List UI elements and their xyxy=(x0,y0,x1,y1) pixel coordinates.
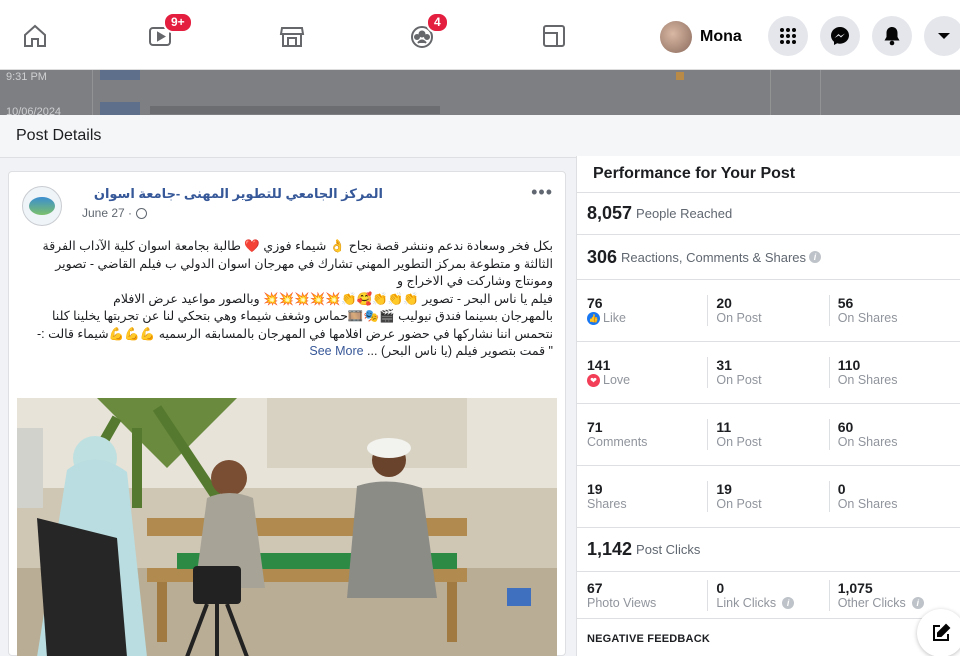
comments-on-shares: 60 On Shares xyxy=(828,419,950,450)
background-date: 10/06/2024 xyxy=(6,106,62,115)
background-time: 9:31 PM xyxy=(6,71,47,83)
shares-total: 19 Shares xyxy=(587,481,627,511)
people-reached-value: 8,057 xyxy=(587,203,633,223)
love-total: 141 ❤ Love xyxy=(587,357,631,387)
like-thumb-icon: 👍 xyxy=(587,312,600,325)
globe-icon xyxy=(136,207,148,219)
comments-stats-row: 71 Comments 11 On Post 60 On Shares xyxy=(577,404,960,466)
messenger-icon[interactable] xyxy=(820,16,860,56)
post-clicks-value: 1,142 xyxy=(587,539,633,559)
top-navigation-bar: 9+ 4 Mona xyxy=(0,0,960,70)
negative-feedback-heading: NEGATIVE FEEDBACK xyxy=(587,632,710,645)
home-icon[interactable] xyxy=(17,18,53,54)
post-line: فيلم يا ناس البحر - تصوير 👏👏👏🥰👏💥💥💥💥💥 وبا… xyxy=(113,291,553,306)
like-on-shares: 56 On Shares xyxy=(828,295,950,326)
notifications-bell-icon[interactable] xyxy=(872,16,912,56)
gaming-icon[interactable] xyxy=(536,18,572,54)
background-table-overlay: 9:31 PM 10/06/2024 xyxy=(0,70,960,115)
like-total: 76 👍 Like xyxy=(587,295,626,325)
love-on-shares: 110 On Shares xyxy=(828,357,950,388)
love-heart-icon: ❤ xyxy=(587,374,600,387)
profile-shortcut[interactable]: Mona xyxy=(660,19,742,55)
background-marker xyxy=(676,72,684,80)
photo-views: 67 Photo Views xyxy=(587,579,657,610)
page-name-link[interactable]: المركز الجامعي للتطوير المهنى -جامعة اسو… xyxy=(83,186,383,202)
background-thumbnail xyxy=(100,102,140,115)
info-icon[interactable]: i xyxy=(911,597,924,609)
like-on-post: 20 On Post xyxy=(707,295,828,326)
background-row-text xyxy=(150,106,440,114)
see-more-link[interactable]: See More xyxy=(309,344,363,358)
info-icon[interactable]: i xyxy=(809,251,822,263)
post-line-end: " قمت بتصوير فيلم (يا ناس البحر) ... xyxy=(367,344,553,358)
modal-title: Post Details xyxy=(0,115,960,158)
clicks-breakdown-row: 67 Photo Views 0 Link Clicks i 1,075 Othe… xyxy=(577,572,960,618)
shares-stats-row: 19 Shares 19 On Post 0 On Shares xyxy=(577,466,960,528)
performance-title: Performance for Your Post xyxy=(577,156,960,193)
post-details-modal: Post Details المركز الجامعي للتطوير المه… xyxy=(0,115,960,656)
engagement-label: Reactions, Comments & Shares xyxy=(621,249,807,265)
video-notification-badge: 9+ xyxy=(163,12,193,33)
post-text: بكل فخر وسعادة ندعم وننشر قصة نجاح 👌 شيم… xyxy=(21,238,553,361)
post-line: الثالثة و متطوعة بمركز التطوير المهني تش… xyxy=(55,256,553,271)
menu-grid-icon[interactable] xyxy=(768,16,808,56)
engagement-row: 306 Reactions, Comments & Shares i xyxy=(577,235,960,280)
groups-icon[interactable]: 4 xyxy=(404,12,449,54)
compose-edit-icon[interactable] xyxy=(917,609,960,656)
post-line: بالمهرجان بسينما فندق نيوليب 🎬🎭🎞️حماس وش… xyxy=(51,309,553,323)
post-clicks-row: 1,142 Post Clicks xyxy=(577,528,960,572)
love-stats-row: 141 ❤ Love 31 On Post 110 On Shares xyxy=(577,342,960,404)
post-card: المركز الجامعي للتطوير المهنى -جامعة اسو… xyxy=(8,171,566,656)
page-logo[interactable] xyxy=(22,186,62,226)
account-dropdown-icon[interactable] xyxy=(924,16,960,56)
post-line: " قمت بتصوير فيلم (يا ناس البحر) ... See… xyxy=(21,343,553,361)
groups-notification-badge: 4 xyxy=(426,12,449,33)
post-line: بكل فخر وسعادة ندعم وننشر قصة نجاح 👌 شيم… xyxy=(42,239,554,253)
post-clicks-label: Post Clicks xyxy=(636,542,701,557)
performance-panel: Performance for Your Post 8,057 People R… xyxy=(576,156,960,656)
more-options-icon[interactable]: ••• xyxy=(531,182,553,203)
like-stats-row: 76 👍 Like 20 On Post 56 On Shares xyxy=(577,280,960,342)
shares-on-post: 19 On Post xyxy=(707,481,828,512)
post-line: نتحمس اننا نشاركها في حضور عرض افلامها ف… xyxy=(36,326,553,341)
post-photo[interactable] xyxy=(17,398,557,656)
post-header: المركز الجامعي للتطوير المهنى -جامعة اسو… xyxy=(9,172,565,228)
marketplace-icon[interactable] xyxy=(274,18,310,54)
watch-video-icon[interactable]: 9+ xyxy=(143,12,193,54)
post-timestamp[interactable]: June 27 · xyxy=(82,206,148,220)
negative-feedback-section: NEGATIVE FEEDBACK xyxy=(577,618,960,656)
post-line: ومونتاج وشاركت في الاخراج و xyxy=(397,274,553,288)
background-thumbnail xyxy=(100,70,140,80)
comments-total: 71 Comments xyxy=(587,419,648,449)
other-clicks: 1,075 Other Clicks i xyxy=(828,579,950,611)
comments-on-post: 11 On Post xyxy=(707,419,828,450)
info-icon[interactable]: i xyxy=(782,597,795,609)
avatar xyxy=(660,21,692,53)
love-on-post: 31 On Post xyxy=(707,357,828,388)
shares-on-shares: 0 On Shares xyxy=(828,481,950,512)
link-clicks: 0 Link Clicks i xyxy=(707,579,828,611)
people-reached-label: People Reached xyxy=(636,206,733,221)
profile-name: Mona xyxy=(700,28,742,45)
people-reached-row: 8,057 People Reached xyxy=(577,193,960,235)
engagement-value: 306 xyxy=(587,246,618,267)
